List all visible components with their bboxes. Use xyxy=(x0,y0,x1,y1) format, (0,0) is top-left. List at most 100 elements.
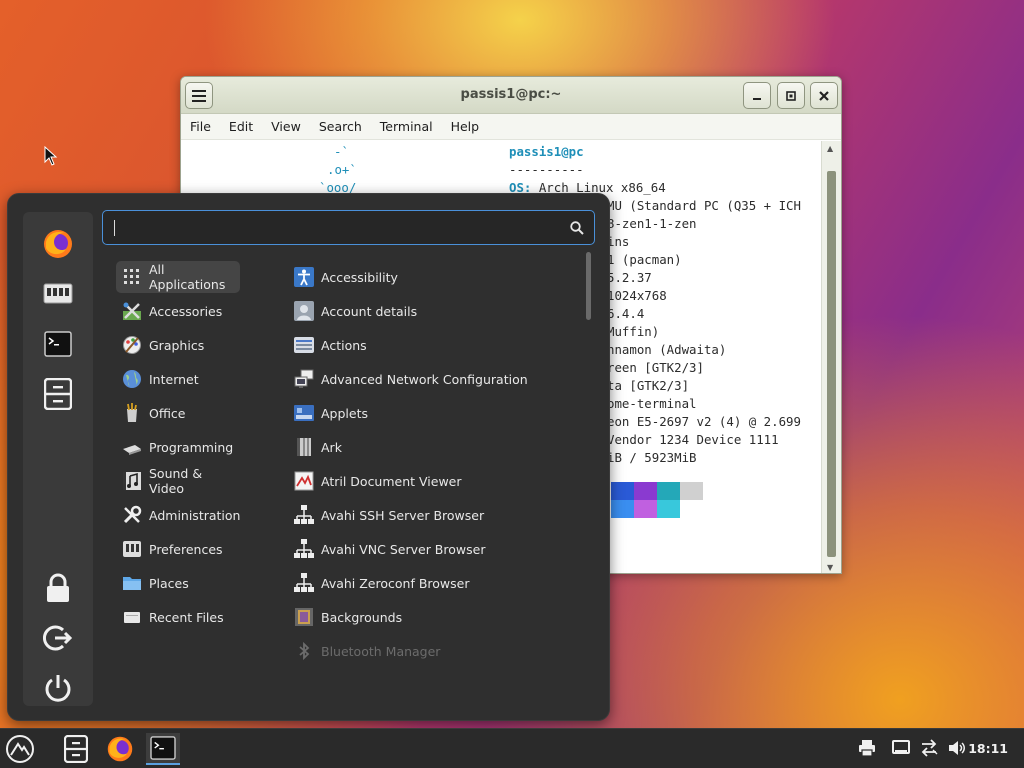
lock-screen-button[interactable] xyxy=(40,570,76,606)
app-actions[interactable]: Actions xyxy=(291,329,581,361)
programming-icon xyxy=(122,437,142,457)
category-label: Sound & Video xyxy=(149,466,203,496)
taskbar-firefox[interactable] xyxy=(103,733,137,765)
maximize-button[interactable] xyxy=(777,82,805,109)
grid-icon xyxy=(122,267,142,287)
scroll-up-icon[interactable]: ▲ xyxy=(827,144,833,153)
text-caret xyxy=(114,220,115,236)
minimize-button[interactable] xyxy=(743,82,771,109)
menu-edit[interactable]: Edit xyxy=(229,119,253,134)
globe-icon xyxy=(122,369,142,389)
menu-search-box[interactable] xyxy=(102,210,595,245)
category-label: Internet xyxy=(149,371,199,387)
terminal-scrollbar[interactable]: ▲ ▼ xyxy=(821,141,841,573)
category-administration[interactable]: Administration xyxy=(116,499,240,531)
color-swatch xyxy=(611,500,634,518)
menu-search[interactable]: Search xyxy=(319,119,362,134)
avahi-icon xyxy=(294,573,314,593)
office-icon xyxy=(122,403,142,423)
printer-icon[interactable] xyxy=(858,739,876,757)
graphics-icon xyxy=(122,335,142,355)
maximize-icon xyxy=(786,90,796,101)
category-recent-files[interactable]: Recent Files xyxy=(116,601,240,633)
category-graphics[interactable]: Graphics xyxy=(116,329,240,361)
app-avahi-zeroconf-browser[interactable]: Avahi Zeroconf Browser xyxy=(291,567,581,599)
avahi-icon xyxy=(294,505,314,525)
close-icon xyxy=(819,90,829,101)
category-places[interactable]: Places xyxy=(116,567,240,599)
menu-launcher-button[interactable] xyxy=(3,733,37,765)
logout-button[interactable] xyxy=(40,620,76,656)
category-preferences[interactable]: Preferences xyxy=(116,533,240,565)
category-all-applications[interactable]: All Applications xyxy=(116,261,240,293)
firefox-favorite[interactable] xyxy=(40,226,76,262)
logout-icon xyxy=(43,625,73,651)
category-programming[interactable]: Programming xyxy=(116,431,240,463)
app-label: Actions xyxy=(321,337,367,353)
app-accessibility[interactable]: Accessibility xyxy=(291,261,581,293)
volume-icon[interactable] xyxy=(948,739,966,757)
minimize-icon xyxy=(753,97,761,100)
preferences-icon xyxy=(122,539,142,559)
accessibility-icon xyxy=(294,267,314,287)
ascii-logo-line: -` xyxy=(334,144,349,159)
category-label: Preferences xyxy=(149,541,223,557)
file-manager-favorite[interactable] xyxy=(40,376,76,412)
app-backgrounds[interactable]: Backgrounds xyxy=(291,601,581,633)
info-line: ome-terminal xyxy=(607,396,697,411)
category-label: Programming xyxy=(149,439,234,455)
app-atril-document-viewer[interactable]: Atril Document Viewer xyxy=(291,465,581,497)
info-line: ta [GTK2/3] xyxy=(607,378,690,393)
color-swatch xyxy=(680,482,703,500)
multimedia-icon xyxy=(122,471,142,491)
menu-view[interactable]: View xyxy=(271,119,301,134)
app-label: Advanced Network Configuration xyxy=(321,371,528,387)
app-avahi-vnc-server-browser[interactable]: Avahi VNC Server Browser xyxy=(291,533,581,565)
menu-help[interactable]: Help xyxy=(451,119,480,134)
system-tool-favorite[interactable] xyxy=(40,276,76,312)
display-icon[interactable] xyxy=(892,739,910,757)
category-sound-video[interactable]: Sound & Video xyxy=(116,465,240,497)
info-line: nnamon (Adwaita) xyxy=(607,342,727,357)
terminal-favorite[interactable] xyxy=(40,326,76,362)
network-transfer-icon[interactable] xyxy=(920,739,938,757)
info-line: Muffin) xyxy=(607,324,660,339)
info-line: MU (Standard PC (Q35 + ICH xyxy=(607,198,801,213)
recent-files-icon xyxy=(122,607,142,627)
scrollbar-thumb[interactable] xyxy=(827,171,836,557)
menu-terminal[interactable]: Terminal xyxy=(380,119,433,134)
taskbar-file-manager[interactable] xyxy=(59,733,93,765)
search-icon[interactable] xyxy=(570,221,584,235)
app-account-details[interactable]: Account details xyxy=(291,295,581,327)
category-office[interactable]: Office xyxy=(116,397,240,429)
firefox-icon xyxy=(107,736,133,762)
info-line: 6.4.4 xyxy=(607,306,645,321)
favorites-sidebar xyxy=(23,212,93,706)
app-applets[interactable]: Applets xyxy=(291,397,581,429)
menu-scrollbar-thumb[interactable] xyxy=(586,252,591,320)
app-label: Backgrounds xyxy=(321,609,403,625)
clock[interactable]: 18:11 xyxy=(968,741,1008,756)
category-label: All Applications xyxy=(149,262,226,292)
menu-file[interactable]: File xyxy=(190,119,211,134)
lock-icon xyxy=(47,573,69,602)
category-accessories[interactable]: Accessories xyxy=(116,295,240,327)
taskbar-terminal-window[interactable] xyxy=(146,733,180,765)
app-label: Avahi VNC Server Browser xyxy=(321,541,486,557)
scroll-down-icon[interactable]: ▼ xyxy=(827,563,833,572)
account-icon xyxy=(294,301,314,321)
close-button[interactable] xyxy=(810,82,838,109)
terminal-titlebar[interactable]: passis1@pc:~ xyxy=(181,77,841,114)
app-bluetooth-manager[interactable]: Bluetooth Manager xyxy=(291,635,581,667)
app-advanced-network-configuration[interactable]: Advanced Network Configuration xyxy=(291,363,581,395)
color-swatch xyxy=(657,482,680,500)
shutdown-button[interactable] xyxy=(40,670,76,706)
document-viewer-icon xyxy=(294,471,314,491)
app-ark[interactable]: Ark xyxy=(291,431,581,463)
category-internet[interactable]: Internet xyxy=(116,363,240,395)
app-avahi-ssh-server-browser[interactable]: Avahi SSH Server Browser xyxy=(291,499,581,531)
category-label: Places xyxy=(149,575,189,591)
info-line: eon E5-2697 v2 (4) @ 2.699 xyxy=(607,414,801,429)
user-host: passis1@pc xyxy=(509,144,584,159)
search-input[interactable] xyxy=(113,217,553,239)
